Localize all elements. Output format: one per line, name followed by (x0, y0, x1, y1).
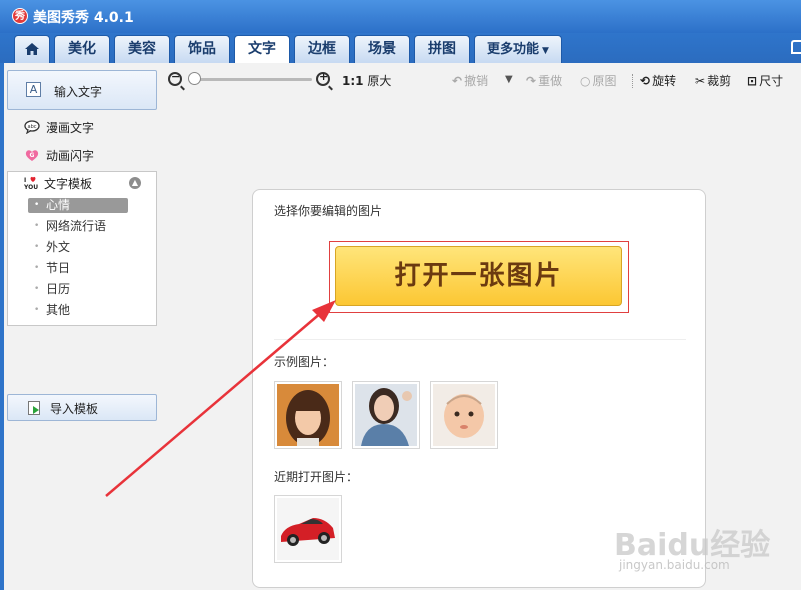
sparkle-heart-icon: G (25, 150, 39, 161)
sidebar-item-animated-text[interactable]: G 动画闪字 (24, 147, 94, 165)
undo-dropdown-chevron-icon[interactable]: ▼ (505, 74, 513, 85)
redo-icon: ↷ (526, 74, 537, 88)
text-template-title: 文字模板 (44, 177, 93, 191)
resize-button[interactable]: ⊡ 尺寸 (747, 72, 783, 89)
original-circle-icon: ○ (580, 74, 591, 88)
baidu-watermark: Baidu经验 jingyan.baidu.com (614, 500, 800, 590)
speech-bubble-icon: abc (24, 120, 40, 134)
tab-home[interactable] (14, 35, 50, 63)
resize-icon: ⊡ (747, 74, 758, 88)
panel-divider (274, 339, 686, 340)
actual-size-label: 原大 (367, 74, 392, 88)
template-item-holiday[interactable]: 节日 (28, 261, 128, 276)
tab-more-label: 更多功能 (487, 42, 540, 57)
zoom-slider-thumb[interactable] (188, 72, 201, 85)
sample-image-girl-denim[interactable] (352, 381, 420, 449)
import-template-label: 导入模板 (50, 402, 99, 416)
window-restore-icon[interactable] (791, 40, 801, 54)
redo-button[interactable]: ↷ 重做 (526, 72, 562, 89)
input-text-button[interactable]: A 输入文字 (7, 70, 157, 110)
portrait-thumbnail (277, 384, 339, 446)
left-sidebar: A 输入文字 abc 漫画文字 G 动画闪字 I YOU 文字模板 ▲ • 心情… (4, 63, 160, 590)
text-a-icon: A (26, 82, 41, 97)
undo-button[interactable]: ↶ 撤销 (452, 72, 488, 89)
template-item-calendar[interactable]: 日历 (28, 282, 128, 297)
actual-size-button[interactable]: 1:1 原大 (342, 72, 391, 89)
zoom-slider[interactable] (196, 78, 312, 81)
app-title: 美图秀秀 4.0.1 (33, 10, 134, 26)
import-template-button[interactable]: 导入模板 (7, 394, 157, 421)
original-button[interactable]: ○ 原图 (580, 72, 617, 89)
toolbar-separator (632, 74, 633, 88)
tab-collage[interactable]: 拼图 (414, 35, 470, 63)
portrait-thumbnail (355, 384, 417, 446)
text-template-panel: I YOU 文字模板 ▲ 心情 网络流行语 外文 节日 日历 其他 (7, 171, 157, 326)
chevron-down-icon: ▼ (542, 46, 549, 56)
tab-scene[interactable]: 场景 (354, 35, 410, 63)
template-item-mood[interactable]: 心情 (28, 198, 128, 213)
svg-text:G: G (30, 152, 35, 159)
tab-beauty[interactable]: 美容 (114, 35, 170, 63)
panel-title: 选择你要编辑的图片 (274, 204, 383, 218)
recent-images-label: 近期打开图片： (274, 470, 359, 484)
sample-image-baby[interactable] (430, 381, 498, 449)
open-button-highlight: 打开一张图片 (329, 241, 629, 313)
resize-label: 尺寸 (759, 74, 784, 88)
main-tab-bar: 美化 美容 饰品 文字 边框 场景 拼图 更多功能 ▼ (0, 33, 801, 64)
scissors-icon: ✂ (695, 74, 706, 88)
svg-text:I: I (24, 177, 26, 184)
undo-icon: ↶ (452, 74, 463, 88)
tab-text[interactable]: 文字 (234, 35, 290, 64)
rotate-button[interactable]: ⟲ 旋转 (640, 72, 676, 89)
watermark-url: jingyan.baidu.com (619, 558, 730, 572)
sample-images-label: 示例图片： (274, 355, 335, 369)
car-thumbnail (277, 498, 339, 560)
import-icon (28, 401, 40, 415)
sample-image-girl-bangs[interactable] (274, 381, 342, 449)
image-toolbar: − + 1:1 原大 ↶ 撤销 ▼ ↷ 重做 ○ 原图 ⟲ 旋转 ✂ 裁剪 ⊡ 尺寸 (164, 68, 799, 94)
tab-accessories[interactable]: 饰品 (174, 35, 230, 63)
animated-text-label: 动画闪字 (46, 149, 95, 163)
title-bar: 秀 美图秀秀 4.0.1 (0, 0, 801, 33)
svg-text:YOU: YOU (24, 184, 38, 190)
undo-label: 撤销 (464, 74, 489, 88)
tab-border[interactable]: 边框 (294, 35, 350, 63)
crop-button[interactable]: ✂ 裁剪 (695, 72, 731, 89)
svg-text:abc: abc (28, 124, 37, 130)
tab-beautify[interactable]: 美化 (54, 35, 110, 63)
app-logo-icon: 秀 (12, 8, 28, 24)
redo-label: 重做 (538, 74, 563, 88)
original-label: 原图 (592, 74, 617, 88)
zoom-out-icon[interactable]: − (168, 70, 182, 86)
template-item-other[interactable]: 其他 (28, 303, 128, 318)
collapse-up-icon[interactable]: ▲ (129, 177, 141, 189)
open-image-button[interactable]: 打开一张图片 (335, 246, 622, 306)
crop-label: 裁剪 (707, 74, 732, 88)
portrait-thumbnail (433, 384, 495, 446)
text-template-header[interactable]: I YOU 文字模板 (24, 175, 92, 192)
zoom-in-icon[interactable]: + (316, 70, 330, 86)
template-item-foreign[interactable]: 外文 (28, 240, 128, 255)
actual-size-ratio: 1:1 (342, 74, 364, 88)
template-item-internet-slang[interactable]: 网络流行语 (28, 219, 128, 234)
rotate-label: 旋转 (652, 74, 677, 88)
rotate-icon: ⟲ (640, 74, 651, 88)
tab-more-features[interactable]: 更多功能 ▼ (474, 35, 562, 63)
comic-text-label: 漫画文字 (46, 121, 95, 135)
input-text-label: 输入文字 (54, 85, 103, 99)
recent-image-red-car[interactable] (274, 495, 342, 563)
home-icon (25, 43, 39, 55)
sidebar-item-comic-text[interactable]: abc 漫画文字 (24, 119, 94, 137)
i-love-you-icon: I YOU (24, 176, 38, 190)
